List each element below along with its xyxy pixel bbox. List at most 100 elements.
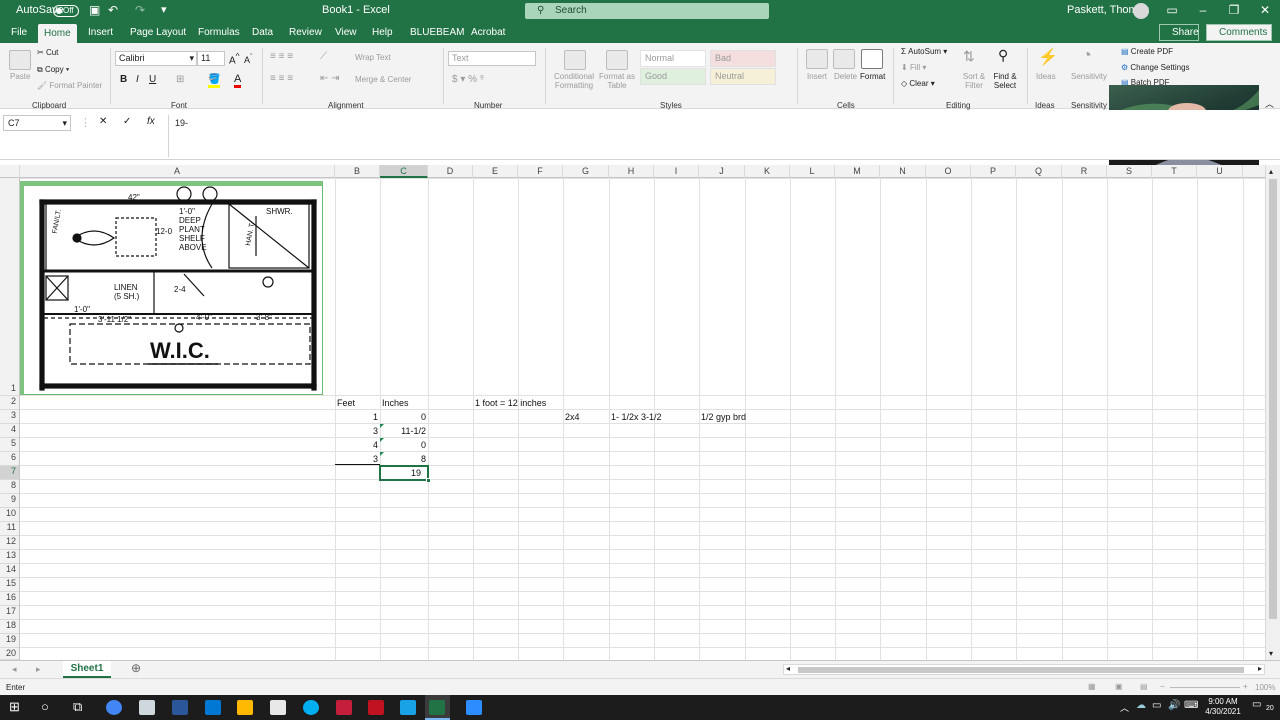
column-header[interactable]: R	[1062, 165, 1107, 178]
skype-icon[interactable]	[303, 700, 319, 715]
column-header[interactable]: F	[518, 165, 563, 178]
cell-B6[interactable]: 3	[335, 452, 380, 466]
row-header[interactable]: 14	[0, 564, 19, 578]
pdf-app-icon[interactable]	[336, 700, 352, 715]
chrome-icon[interactable]	[106, 700, 122, 715]
row-header[interactable]: 7	[0, 466, 19, 480]
column-header[interactable]: I	[654, 165, 699, 178]
row-header[interactable]: 6	[0, 452, 19, 466]
bold-button[interactable]: B	[120, 74, 127, 85]
search-box[interactable]: ⚲ Search	[525, 3, 769, 19]
indent-icon[interactable]: ⇤ ⇥	[320, 73, 340, 84]
column-header[interactable]: J	[699, 165, 745, 178]
sensitivity-icon[interactable]: ◔	[1082, 47, 1092, 65]
italic-button[interactable]: I	[136, 74, 139, 85]
tab-formulas[interactable]: Formulas	[198, 27, 240, 38]
format-painter-button[interactable]: 🖌 Format Painter	[37, 81, 102, 90]
copy-button[interactable]: ⧉ Copy ▾	[37, 65, 69, 75]
column-header[interactable]: S	[1107, 165, 1152, 178]
style-normal[interactable]: Normal	[640, 50, 706, 67]
onedrive-icon[interactable]: ☁	[1136, 700, 1146, 711]
cell-B5[interactable]: 4	[335, 438, 380, 452]
scroll-right-icon[interactable]: ▸	[1258, 664, 1262, 673]
style-good[interactable]: Good	[640, 68, 706, 85]
align-left-icon[interactable]: ≡ ≡ ≡	[270, 73, 293, 84]
share-button[interactable]: Share	[1159, 24, 1199, 41]
tab-page-layout[interactable]: Page Layout	[130, 27, 186, 38]
row-header[interactable]: 4	[0, 424, 19, 438]
cell-C6[interactable]: 8	[380, 452, 428, 466]
horizontal-scrollbar[interactable]: ◂ ▸	[783, 664, 1265, 675]
zoom-slider[interactable]	[1170, 687, 1240, 688]
conditional-formatting-icon[interactable]	[564, 50, 586, 70]
notifications-icon[interactable]: ▭	[1252, 699, 1261, 710]
column-header[interactable]: K	[745, 165, 790, 178]
formula-input[interactable]: 19-	[168, 115, 1108, 157]
format-cells-button[interactable]: Format	[860, 72, 885, 81]
conditional-formatting-button[interactable]: Conditional Formatting	[551, 72, 597, 90]
delete-cells-icon[interactable]	[833, 49, 855, 69]
cut-button[interactable]: ✂ Cut	[37, 48, 58, 57]
language-icon[interactable]: ⌨	[1184, 700, 1198, 711]
orientation-icon[interactable]: ⟋	[320, 51, 327, 62]
tab-home[interactable]: Home	[38, 24, 77, 43]
scroll-thumb[interactable]	[1269, 179, 1277, 619]
column-header[interactable]: E	[473, 165, 518, 178]
cell-C4[interactable]: 11-1/2	[380, 424, 428, 438]
font-size-select[interactable]: 11	[197, 51, 225, 66]
search-icon[interactable]: ○	[41, 699, 49, 714]
paste-icon[interactable]	[9, 50, 31, 70]
clock-date[interactable]: 4/30/2021	[1200, 707, 1246, 716]
cell-G3[interactable]: 2x4	[563, 410, 609, 424]
cell-H3[interactable]: 1- 1/2x 3-1/2	[609, 410, 699, 424]
row-header[interactable]: 3	[0, 410, 19, 424]
cell-B2[interactable]: Feet	[335, 396, 380, 410]
increase-font-icon[interactable]: A^	[229, 51, 240, 66]
row-header[interactable]: 10	[0, 508, 19, 522]
sketchup-icon[interactable]	[368, 700, 384, 715]
column-header[interactable]: P	[971, 165, 1016, 178]
fill-color-icon[interactable]: 🪣	[208, 74, 221, 88]
name-box[interactable]: C7 ▾	[3, 115, 71, 131]
autosave-toggle[interactable]: Off	[53, 5, 79, 17]
align-top-icon[interactable]: ≡ ≡ ≡	[270, 51, 293, 62]
wrap-text-button[interactable]: Wrap Text	[355, 53, 391, 62]
paste-button[interactable]: Paste	[10, 72, 30, 81]
word-icon[interactable]	[172, 700, 188, 715]
row-header[interactable]: 17	[0, 606, 19, 620]
format-cells-icon[interactable]	[861, 49, 883, 69]
autosum-button[interactable]: Σ AutoSum ▾	[901, 47, 947, 56]
undo-icon[interactable]: ↶	[108, 3, 118, 17]
paint-icon[interactable]	[270, 700, 286, 715]
row-header[interactable]: 12	[0, 536, 19, 550]
close-icon[interactable]: ✕	[1257, 3, 1273, 17]
insert-cells-button[interactable]: Insert	[807, 72, 827, 81]
delete-cells-button[interactable]: Delete	[834, 72, 857, 81]
comments-button[interactable]: Comments	[1206, 24, 1272, 41]
row-header[interactable]: 19	[0, 634, 19, 648]
sort-filter-icon[interactable]: ⇅	[963, 48, 975, 65]
tab-file[interactable]: File	[11, 27, 27, 38]
redo-icon[interactable]: ↷	[135, 3, 145, 17]
cell-B4[interactable]: 3	[335, 424, 380, 438]
column-header[interactable]: M	[835, 165, 880, 178]
fill-button[interactable]: ⬇ Fill ▾	[901, 63, 926, 72]
ribbon-display-icon[interactable]: ▭	[1164, 3, 1180, 17]
scroll-down-icon[interactable]: ▾	[1269, 649, 1273, 658]
app-icon[interactable]	[139, 700, 155, 715]
row-header[interactable]: 8	[0, 480, 19, 494]
tab-acrobat[interactable]: Acrobat	[471, 27, 505, 38]
underline-button[interactable]: U	[149, 74, 156, 85]
vertical-scrollbar[interactable]: ▴ ▾	[1265, 165, 1280, 660]
network-icon[interactable]: ▭	[1152, 700, 1161, 711]
cell-E2[interactable]: 1 foot = 12 inches	[473, 396, 563, 410]
cell-B3[interactable]: 1	[335, 410, 380, 424]
sensitivity-button[interactable]: Sensitivity	[1071, 72, 1107, 81]
scroll-thumb[interactable]	[798, 667, 1244, 673]
scroll-up-icon[interactable]: ▴	[1269, 167, 1273, 176]
volume-icon[interactable]: 🔊	[1168, 700, 1180, 711]
clock-time[interactable]: 9:00 AM	[1200, 697, 1246, 706]
cell-C2[interactable]: Inches	[380, 396, 428, 410]
save-icon[interactable]: ▣	[89, 3, 100, 17]
borders-icon[interactable]: ⊞	[176, 74, 184, 85]
